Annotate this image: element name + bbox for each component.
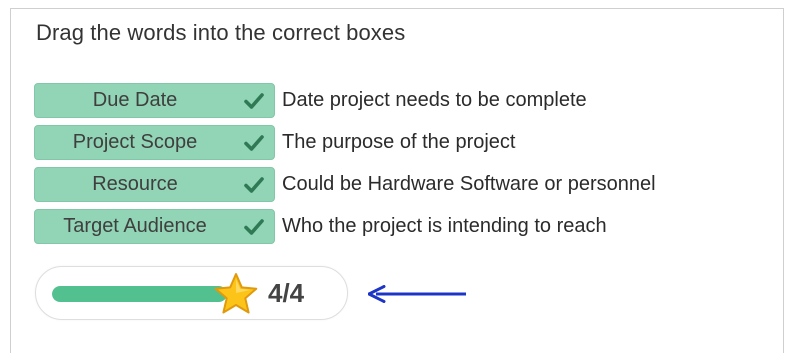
progress-bar <box>52 286 227 302</box>
word-chip-label: Project Scope <box>72 131 198 153</box>
instructions-heading: Drag the words into the correct boxes <box>36 20 406 45</box>
definition-text: Could be Hardware Software or personnel <box>282 173 656 195</box>
check-icon <box>244 219 264 235</box>
word-chip-project-scope[interactable]: Project Scope <box>34 125 275 160</box>
definition-text: Who the project is intending to reach <box>282 215 607 237</box>
check-icon <box>244 177 264 193</box>
word-chip-due-date[interactable]: Due Date <box>34 83 275 118</box>
definition-text: The purpose of the project <box>282 131 516 153</box>
word-chip-label: Due Date <box>92 89 178 111</box>
score-indicator: 4/4 <box>35 266 348 320</box>
word-chip-target-audience[interactable]: Target Audience <box>34 209 275 244</box>
word-chip-label: Resource <box>92 173 178 195</box>
check-icon <box>244 93 264 109</box>
score-text: 4/4 <box>268 278 305 308</box>
progress-bar-fill <box>52 286 227 302</box>
definition-text: Date project needs to be complete <box>282 89 587 111</box>
star-icon <box>214 273 258 314</box>
word-chip-label: Target Audience <box>63 215 207 237</box>
word-chip-resource[interactable]: Resource <box>34 167 275 202</box>
check-icon <box>244 135 264 151</box>
arrow-left-icon <box>368 285 466 303</box>
